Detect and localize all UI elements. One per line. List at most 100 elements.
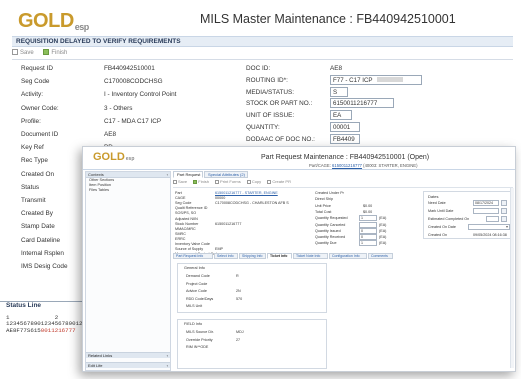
divider <box>173 187 513 188</box>
calendar-icon[interactable] <box>501 216 507 222</box>
tab-ticket-note-info[interactable]: Ticket Note Info <box>293 253 328 259</box>
sidebar-item[interactable]: Files Tables <box>86 188 170 193</box>
field-dodaac-of-doc-no: DODAAC OF DOC NO.: FB4409 <box>246 133 506 145</box>
field-info-group: FIELD Info MILS Source Dir. MDJ Override P… <box>177 319 327 369</box>
field-owner-code: Owner Code: 3 - Others <box>21 104 241 115</box>
field-routing-id: ROUTING ID*: F77 - C17 ICP <box>246 74 506 86</box>
related-links-header[interactable]: Related Links ‹ <box>86 352 170 358</box>
quantity-input[interactable]: 1 <box>359 215 377 222</box>
field-value: 3 - Others <box>104 104 133 112</box>
copy-icon <box>246 180 251 184</box>
mark-until-date-field: Mark Until Date <box>428 208 512 215</box>
unit-label: (EA) <box>379 235 387 240</box>
toolbar: Save Finish Print Forms Copy Create PR <box>173 179 296 186</box>
chevron-icon: ‹ <box>166 363 168 368</box>
sidebar-header[interactable]: Contexts ‹ <box>86 172 170 178</box>
created-on-date-field: Created On Date <box>428 224 512 231</box>
save-button[interactable]: Save <box>12 49 34 56</box>
field-direct-ship: Direct Ship <box>315 197 415 203</box>
status-ruler-units: 12345678901234567890123 <box>6 320 87 327</box>
quantity-input[interactable]: 0 <box>359 227 377 234</box>
app-logo: GOLDesp <box>18 10 89 32</box>
field-label: ERRC <box>175 236 186 241</box>
need-date-input[interactable]: 08/17/2024 <box>473 200 499 206</box>
field-label: Activity: <box>21 91 44 99</box>
tab-select-info[interactable]: Select Info <box>214 253 238 259</box>
field-demand-code: Demand Code R <box>186 274 306 280</box>
field-input[interactable]: 00001 <box>330 122 360 132</box>
field-label: Seg Code <box>175 201 192 206</box>
finish-button[interactable]: Finish <box>43 49 67 56</box>
finish-button[interactable]: Finish <box>193 179 209 184</box>
field-input[interactable]: FB4409 <box>330 133 360 144</box>
field-label: STOCK OR PART NO.: <box>246 100 313 108</box>
page-title: Part Request Maintenance : FB44094251000… <box>261 154 430 161</box>
dates-header: Dates <box>428 194 439 199</box>
field-activity: Activity: I - Inventory Control Point <box>21 90 241 101</box>
tab-shipping-info[interactable]: Shipping Info <box>239 253 266 259</box>
field-quantity: QUANTITY: 00001 <box>246 122 506 133</box>
field-label: Demand Code <box>186 274 210 278</box>
mark-until-date-input[interactable] <box>473 208 499 214</box>
field-label: Status <box>21 183 40 191</box>
calendar-icon[interactable] <box>501 200 507 206</box>
page-subtitle: Part/CAGE: 6150011216777 (40003: STARTER… <box>309 163 418 168</box>
tab-comments[interactable]: Comments <box>368 253 393 259</box>
create-pr-button[interactable]: Create PR <box>267 179 291 184</box>
tab-ticket-info[interactable]: Ticket Info <box>267 253 292 259</box>
part-link[interactable]: 6150011216777 - STARTER, ENGINE <box>215 191 278 195</box>
field-label: SMRC <box>175 231 186 236</box>
field-label: DODAAC OF DOC NO.: <box>246 135 315 143</box>
copy-button[interactable]: Copy <box>246 179 261 184</box>
field-label: Total Cost <box>315 209 332 214</box>
field-label: Quantity Received <box>315 235 346 240</box>
field-label: Inventory Valve Code <box>175 242 210 246</box>
unit-label: (EA) <box>379 222 387 227</box>
tab-special-attributes[interactable]: Special Attributes (2) <box>204 171 248 178</box>
field-label: Transmit <box>21 197 46 204</box>
quantity-input[interactable]: 1 <box>359 240 377 247</box>
estimated-completed-input[interactable] <box>486 216 499 222</box>
tab-part-request[interactable]: Part Request <box>173 171 203 178</box>
field-label: RDD Code/Days <box>186 296 214 301</box>
field-input-text: S <box>333 88 338 96</box>
field-label: Stamp Date <box>21 223 55 231</box>
print-forms-button[interactable]: Print Forms <box>215 179 241 184</box>
field-label: Request ID <box>21 65 53 72</box>
field-label: Qualit Reference ID <box>175 206 208 211</box>
field-quantity-due: Quantity Due 1 (EA) <box>315 240 415 247</box>
field-value: AE8 <box>330 65 343 72</box>
field-value: AE8 <box>104 131 117 138</box>
quantity-input[interactable]: 0 <box>359 234 377 241</box>
field-value: EMP <box>215 247 223 252</box>
part-link[interactable]: 6150011216777 <box>332 163 362 168</box>
calendar-icon[interactable] <box>501 208 507 214</box>
created-on-date-select[interactable] <box>468 224 510 230</box>
field-label: Adjusted NIIN <box>175 216 198 221</box>
quantity-input[interactable] <box>359 221 377 228</box>
unit-label: (EA) <box>379 228 387 233</box>
save-icon <box>12 49 18 55</box>
field-value: 2N <box>236 289 241 293</box>
tab-configuration-info[interactable]: Configuration Info <box>329 253 367 259</box>
field-input[interactable]: S <box>330 86 348 97</box>
part-request-window: GOLDesp Part Request Maintenance : FB440… <box>82 146 516 372</box>
field-label: Created Under Pr <box>315 191 344 195</box>
field-label: Quantity Canceled <box>315 222 346 227</box>
field-label: Project Code <box>186 281 208 286</box>
save-button[interactable]: Save <box>173 179 187 184</box>
field-input[interactable]: F77 - C17 ICP <box>330 74 422 85</box>
field-input[interactable]: 6150011216777 <box>330 98 394 109</box>
print-icon <box>215 180 220 184</box>
field-value: $0.00 <box>363 209 373 214</box>
field-label: Direct Ship <box>315 197 334 202</box>
field-input[interactable]: EA <box>330 110 352 121</box>
field-label: Internal Rsplen <box>21 249 64 257</box>
edit-life-header[interactable]: Edit Life ‹ <box>86 362 170 368</box>
vertical-scrollbar[interactable] <box>510 188 514 368</box>
field-unit-of-issue: UNIT OF ISSUE: EA <box>246 110 506 121</box>
create-icon <box>267 180 272 184</box>
tab-part-request-info[interactable]: Part Request Info <box>173 253 213 259</box>
field-media-status: MEDIA/STATUS: S <box>246 86 506 98</box>
field-seg-code: Seg Code C170008CODCHSG <box>21 77 241 88</box>
